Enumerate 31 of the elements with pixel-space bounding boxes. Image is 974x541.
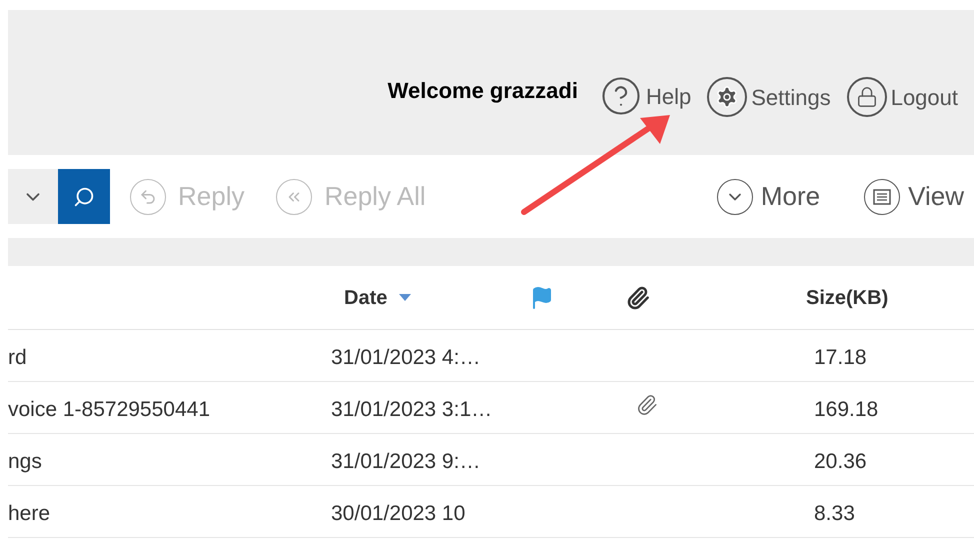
search-button[interactable] (58, 169, 110, 224)
column-header[interactable]: Date (344, 282, 388, 312)
size-cell: 8.33 (814, 502, 855, 525)
header-link[interactable]: Settings (707, 77, 831, 117)
date-cell: 31/01/2023 9:… (331, 450, 480, 473)
chevron-down-icon (716, 178, 753, 214)
size-cell: 20.36 (814, 450, 867, 473)
subject-cell: here (8, 502, 50, 525)
size-cell: 169.18 (814, 398, 878, 421)
subject-cell: ngs (8, 450, 42, 473)
list-icon (864, 178, 900, 214)
reply-all-icon (276, 178, 312, 214)
help-icon (600, 75, 642, 117)
flag-icon[interactable] (530, 286, 554, 310)
date-cell: 31/01/2023 4:… (331, 346, 480, 369)
paperclip-icon[interactable] (626, 286, 650, 310)
toolbar-button[interactable]: View (864, 177, 964, 216)
search-icon (73, 186, 95, 208)
lock-icon (846, 77, 887, 117)
settings-icon (707, 77, 748, 117)
size-cell: 17.18 (814, 346, 867, 369)
subject-cell: rd (8, 346, 27, 369)
welcome-text: Welcome grazzadi (388, 77, 578, 105)
header-link[interactable]: Logout (846, 77, 958, 117)
reply-icon (130, 178, 166, 214)
column-header[interactable]: Size(KB) (806, 282, 888, 312)
header-link[interactable]: Help (600, 75, 692, 117)
subject-cell: voice 1-85729550441 (8, 398, 210, 421)
date-cell: 30/01/2023 10 (331, 502, 466, 525)
toolbar-button[interactable]: More (716, 177, 820, 216)
date-cell: 31/01/2023 3:1… (331, 398, 492, 421)
